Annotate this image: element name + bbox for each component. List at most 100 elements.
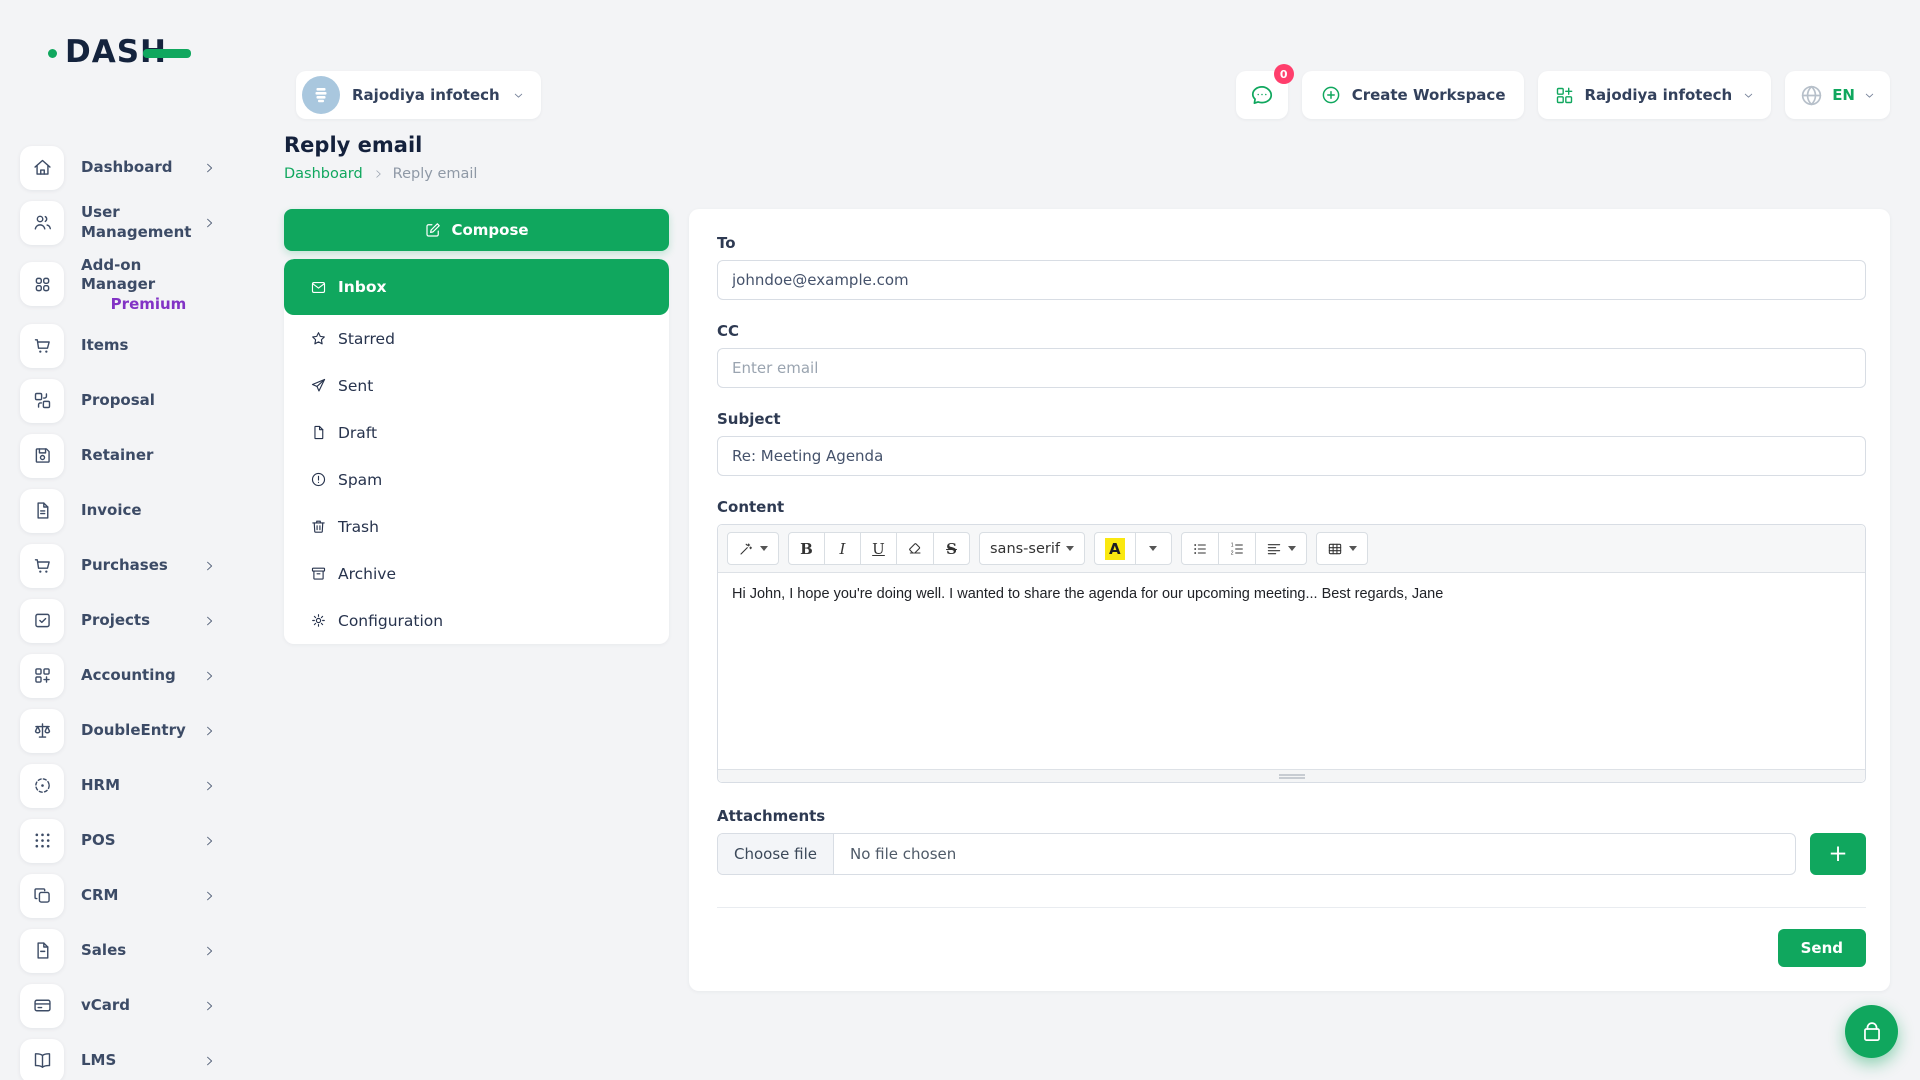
folder-inbox[interactable]: Inbox [284, 259, 669, 315]
page-header: Reply email Dashboard Reply email [284, 133, 1890, 182]
mail-icon [310, 279, 327, 296]
clear-format-button[interactable] [896, 532, 934, 565]
sidebar-item-retainer[interactable]: Retainer [0, 428, 260, 483]
bullet-list-button[interactable] [1181, 532, 1219, 565]
cc-label: CC [717, 322, 1866, 340]
table-icon [1327, 541, 1343, 557]
paragraph-align-dropdown[interactable] [1255, 532, 1307, 565]
sidebar-item-vcard[interactable]: vCard [0, 978, 260, 1033]
send-button[interactable]: Send [1778, 929, 1866, 967]
sidebar-item-pos[interactable]: POS [0, 813, 260, 868]
credit-card-icon [20, 984, 64, 1028]
caret-icon [1066, 546, 1074, 551]
caret-icon [1349, 546, 1357, 551]
star-icon [310, 330, 327, 347]
table-dropdown[interactable] [1316, 532, 1368, 565]
save-icon [20, 434, 64, 478]
attachments-label: Attachments [717, 807, 1866, 825]
to-input[interactable] [717, 260, 1866, 300]
text-color-button[interactable]: A [1094, 532, 1136, 565]
workspace-selector[interactable]: Rajodiya infotech [296, 71, 541, 119]
chevron-right-icon [202, 944, 216, 958]
sidebar-item-proposal[interactable]: Proposal [0, 373, 260, 428]
account-dropdown[interactable]: Rajodiya infotech [1538, 71, 1772, 119]
book-icon [20, 1039, 64, 1080]
dots-grid-icon [20, 819, 64, 863]
users-icon [20, 201, 64, 245]
sidebar-menu: Dashboard User Management Add-on Manager… [0, 140, 260, 1080]
plus-circle-icon [1320, 84, 1342, 106]
editor-content[interactable]: Hi John, I hope you're doing well. I wan… [718, 573, 1865, 769]
file-icon [20, 929, 64, 973]
bold-button[interactable]: B [788, 532, 825, 565]
sidebar-item-projects[interactable]: Projects [0, 593, 260, 648]
folder-trash[interactable]: Trash [284, 503, 669, 550]
numbered-list-button[interactable] [1218, 532, 1256, 565]
sidebar-item-user-management[interactable]: User Management [0, 195, 260, 250]
resize-grip-icon [1279, 774, 1305, 779]
sidebar-item-doubleentry[interactable]: DoubleEntry [0, 703, 260, 758]
editor-resize-bar[interactable] [718, 769, 1865, 782]
check-square-icon [20, 599, 64, 643]
archive-icon [310, 565, 327, 582]
sidebar-item-invoice[interactable]: Invoice [0, 483, 260, 538]
brand-logo[interactable]: DASH [48, 30, 228, 80]
account-name: Rajodiya infotech [1585, 86, 1733, 104]
swap-grid-icon [20, 379, 64, 423]
send-icon [310, 377, 327, 394]
page-title: Reply email [284, 133, 1890, 157]
subject-input[interactable] [717, 436, 1866, 476]
folder-starred[interactable]: Starred [284, 315, 669, 362]
sidebar-item-hrm[interactable]: HRM [0, 758, 260, 813]
compose-icon [424, 221, 442, 239]
sidebar-item-dashboard[interactable]: Dashboard [0, 140, 260, 195]
grid-icon [20, 262, 64, 306]
font-family-dropdown[interactable]: sans-serif [979, 532, 1085, 565]
strikethrough-button[interactable]: S [933, 532, 970, 565]
chevron-right-icon [202, 216, 216, 230]
copy-icon [20, 874, 64, 918]
sidebar: DASH Dashboard User Management Add-on Ma… [0, 0, 260, 1080]
sidebar-item-sales[interactable]: Sales [0, 923, 260, 978]
messages-button[interactable]: 0 [1236, 71, 1288, 119]
choose-file-button[interactable]: Choose file [718, 834, 834, 874]
home-icon [20, 146, 64, 190]
create-workspace-button[interactable]: Create Workspace [1302, 71, 1524, 119]
sidebar-item-crm[interactable]: CRM [0, 868, 260, 923]
numbered-list-icon [1229, 541, 1245, 557]
sidebar-item-items[interactable]: Items [0, 318, 260, 373]
add-attachment-button[interactable]: + [1810, 833, 1866, 875]
cc-field-group: CC [717, 322, 1866, 388]
chevron-right-icon [372, 168, 384, 180]
chevron-right-icon [202, 779, 216, 793]
folder-spam[interactable]: Spam [284, 456, 669, 503]
spam-alert-icon [310, 471, 327, 488]
style-magic-button[interactable] [727, 532, 779, 565]
folder-archive[interactable]: Archive [284, 550, 669, 597]
sidebar-item-accounting[interactable]: Accounting [0, 648, 260, 703]
underline-button[interactable]: U [860, 532, 897, 565]
chevron-right-icon [202, 161, 216, 175]
sidebar-item-lms[interactable]: LMS [0, 1033, 260, 1080]
premium-badge: Premium [81, 295, 216, 313]
color-letter: A [1105, 538, 1125, 560]
chevron-right-icon [202, 1054, 216, 1068]
compose-button[interactable]: Compose [284, 209, 669, 251]
logo-dot [48, 49, 57, 58]
text-color-dropdown[interactable] [1135, 532, 1172, 565]
chevron-right-icon [202, 669, 216, 683]
sidebar-item-addon-manager[interactable]: Add-on Manager Premium [0, 250, 260, 318]
folder-sent[interactable]: Sent [284, 362, 669, 409]
folder-configuration[interactable]: Configuration [284, 597, 669, 644]
file-input[interactable]: Choose file No file chosen [717, 833, 1796, 875]
language-selector[interactable]: EN [1785, 71, 1890, 119]
sidebar-item-purchases[interactable]: Purchases [0, 538, 260, 593]
folder-draft[interactable]: Draft [284, 409, 669, 456]
store-fab-button[interactable] [1845, 1005, 1898, 1058]
gear-icon [310, 612, 327, 629]
breadcrumb-dashboard-link[interactable]: Dashboard [284, 166, 363, 182]
to-field-group: To [717, 234, 1866, 300]
content-label: Content [717, 498, 1866, 516]
italic-button[interactable]: I [824, 532, 861, 565]
cc-input[interactable] [717, 348, 1866, 388]
